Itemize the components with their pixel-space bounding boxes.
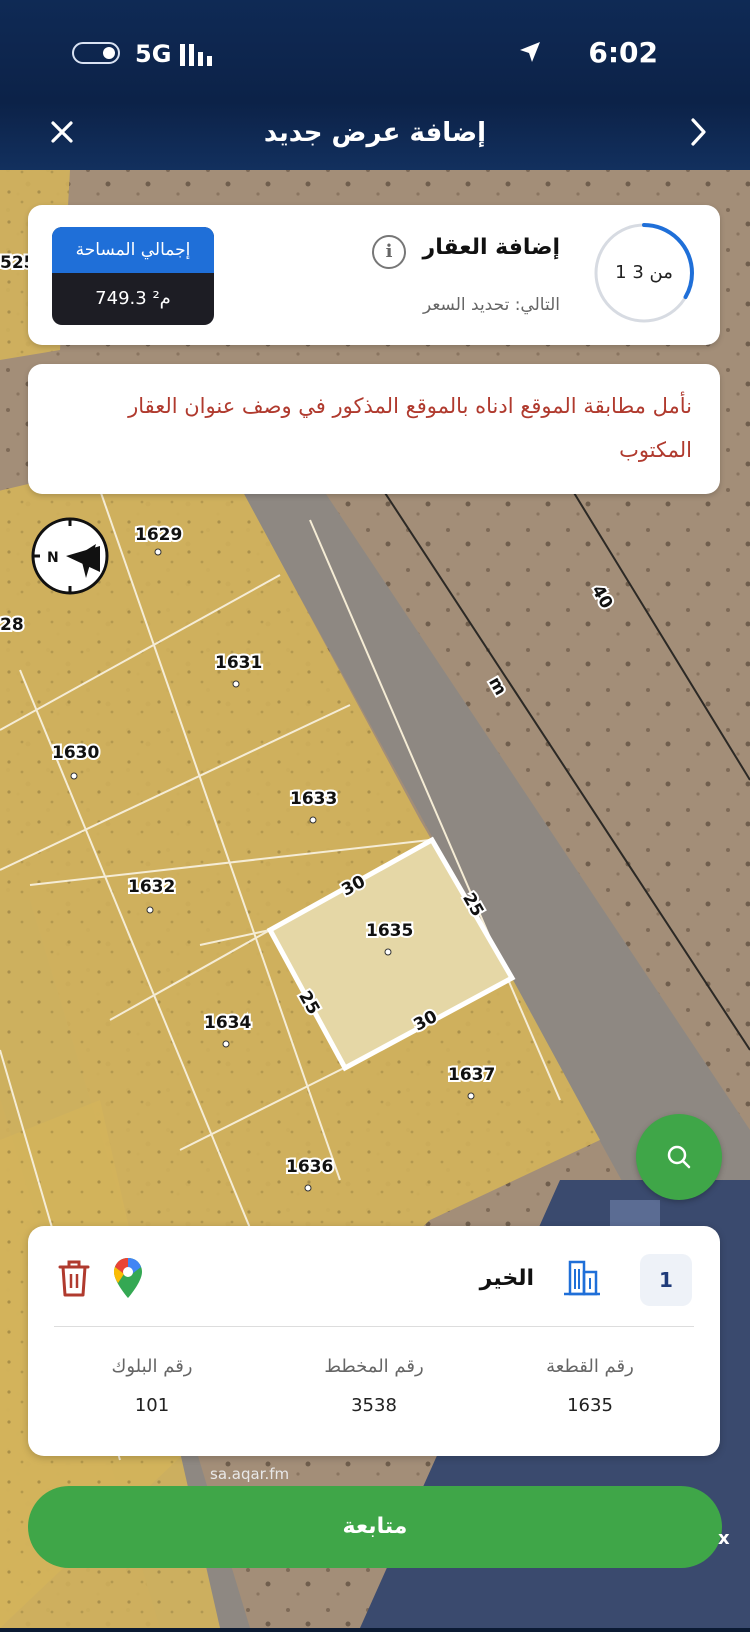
plot-label: 1636 [286,1157,333,1177]
block-number-field: رقم البلوك 101 [52,1356,252,1416]
plan-number-value: 3538 [351,1395,397,1416]
block-number-label: رقم البلوك [111,1356,193,1377]
plot-label: 1637 [448,1065,495,1085]
battery-icon [72,42,120,64]
network-type: 5G [135,40,172,68]
divider [54,1326,694,1327]
trash-icon[interactable] [56,1258,92,1298]
svg-text:N: N [47,550,59,566]
google-maps-icon[interactable] [112,1256,144,1300]
ad-close-button[interactable]: x [718,1528,730,1549]
location-arrow-icon [520,42,540,62]
property-details-card: 1 الخير رقم القطعة 1635 رقم المخطط 3538 … [28,1226,720,1456]
total-area-box: إجمالي المساحة 749.3 م² [52,227,214,325]
info-icon[interactable]: i [372,235,406,269]
total-area-value: 749.3 م² [95,288,171,309]
watermark: sa.aqar.fm [210,1465,290,1483]
step-indicator: 1 من 3 [615,262,673,283]
next-step-label: التالي: تحديد السعر [422,295,560,315]
map-search-button[interactable] [636,1114,722,1200]
plot-label: 1631 [215,653,262,673]
status-time: 6:02 [588,36,658,69]
property-index-badge: 1 [640,1254,692,1306]
plot-label: 1633 [290,789,337,809]
plot-number-value: 1635 [567,1395,613,1416]
plot-number-field: رقم القطعة 1635 [490,1356,690,1416]
search-icon [667,1145,691,1169]
page-title: إضافة عرض جديد [263,118,487,148]
plot-label: 1629 [135,525,182,545]
signal-icon [180,44,212,66]
location-note-card: نأمل مطابقة الموقع ادناه بالموقع المذكور… [28,364,720,494]
block-number-value: 101 [134,1395,170,1416]
location-note-text: نأمل مطابقة الموقع ادناه بالموقع المذكور… [128,394,692,462]
plot-number-label: رقم القطعة [546,1356,634,1377]
plot-label: 1635 [366,921,413,941]
building-icon [564,1260,600,1296]
continue-button[interactable]: متابعة [28,1486,722,1568]
card-title: إضافة العقار [422,235,560,260]
plan-number-field: رقم المخطط 3538 [274,1356,474,1416]
plot-label: 1634 [204,1013,251,1033]
total-area-label: إجمالي المساحة [52,227,214,273]
compass-icon[interactable]: N [30,516,110,596]
plot-label: 1632 [128,877,175,897]
back-chevron-icon[interactable] [682,114,714,150]
plot-label: 1630 [52,743,99,763]
plot-label: 28 [0,615,24,635]
progress-card: 1 من 3 إضافة العقار i التالي: تحديد السع… [28,205,720,345]
app-header: 5G 6:02 إضافة عرض جديد [0,0,750,170]
district-name: الخير [479,1266,534,1291]
plan-number-label: رقم المخطط [324,1356,424,1377]
